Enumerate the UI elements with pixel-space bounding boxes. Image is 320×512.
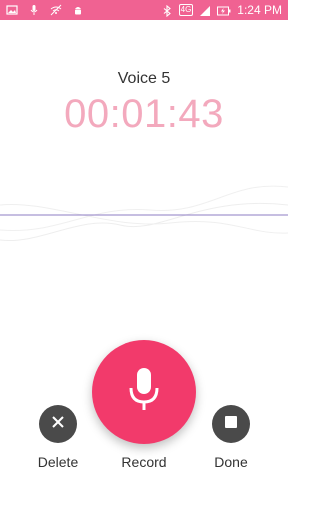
done-button[interactable] <box>212 405 250 443</box>
status-time: 1:24 PM <box>237 3 282 17</box>
gallery-icon <box>6 3 18 15</box>
done-label: Done <box>214 454 248 470</box>
status-left-icons <box>6 3 84 16</box>
wifi-off-icon <box>50 3 62 16</box>
bluetooth-icon <box>161 4 173 18</box>
stop-icon <box>224 415 238 434</box>
android-icon <box>72 3 84 15</box>
microphone-icon <box>28 3 40 15</box>
waveform <box>0 185 288 242</box>
delete-button[interactable] <box>39 405 77 443</box>
recording-title: Voice 5 <box>117 70 171 87</box>
microphone-icon <box>124 366 164 419</box>
signal-icon <box>199 4 211 16</box>
record-button[interactable] <box>92 340 196 444</box>
record-label: Record <box>121 454 167 470</box>
close-icon <box>50 414 66 435</box>
delete-label: Delete <box>37 454 79 470</box>
status-bar: 4G 1:24 PM <box>0 0 288 20</box>
battery-icon <box>217 4 231 16</box>
recording-timer: 00:01:43 <box>64 92 224 136</box>
status-right-icons: 4G 1:24 PM <box>161 2 282 18</box>
lte-icon: 4G <box>178 4 194 16</box>
